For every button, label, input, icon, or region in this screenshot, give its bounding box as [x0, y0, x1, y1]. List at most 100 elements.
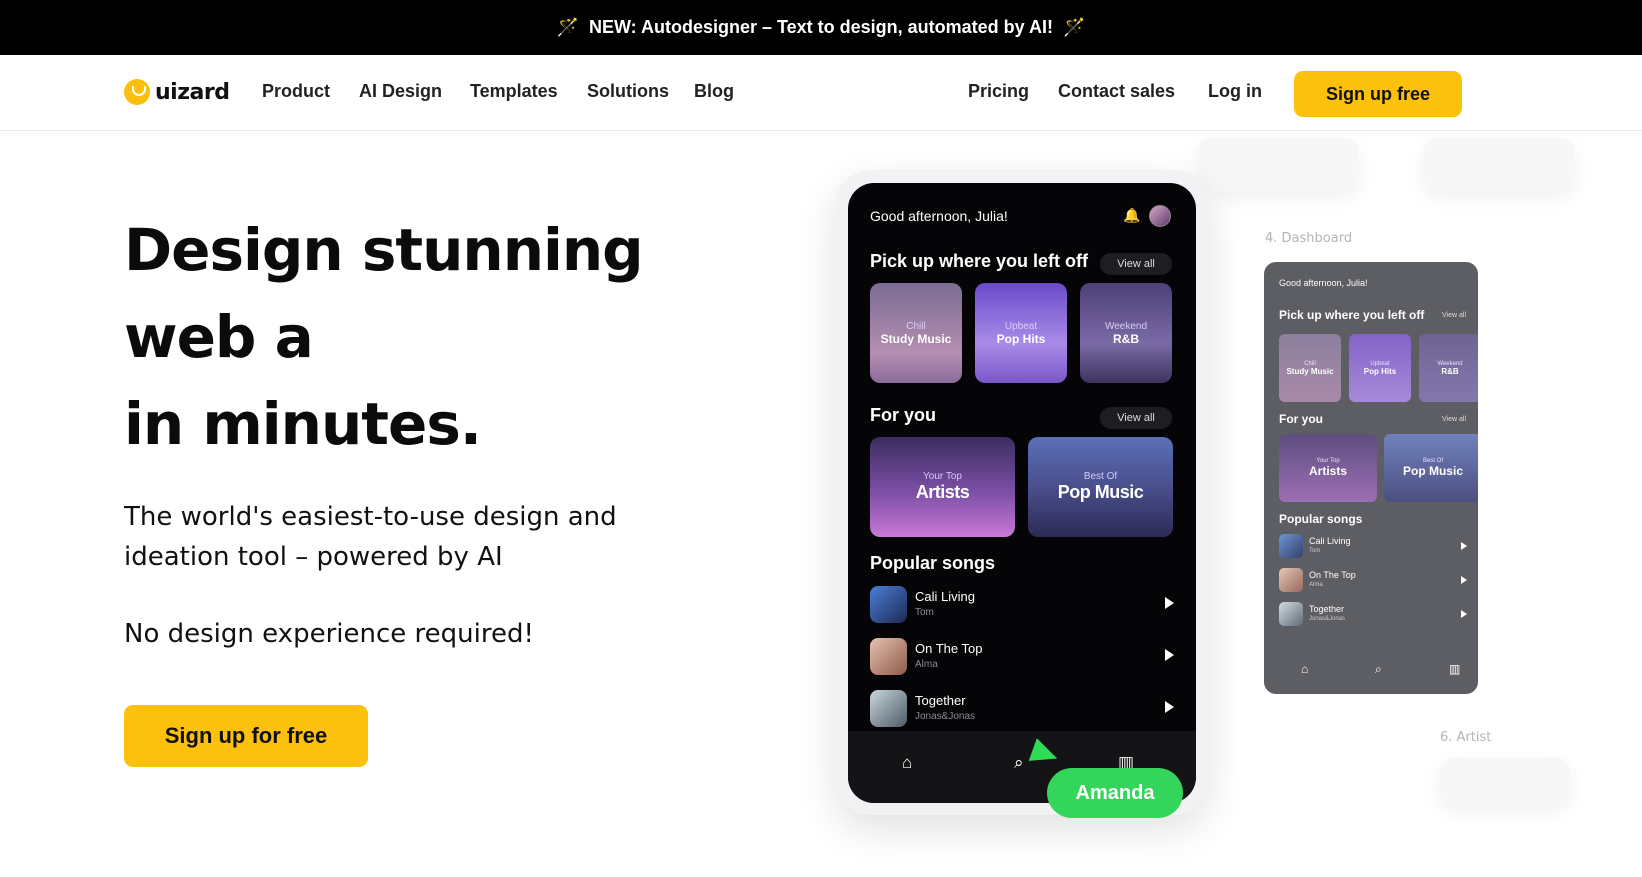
- playlist-tile: Weekend R&B: [1080, 283, 1172, 383]
- song-artwork: [870, 586, 907, 623]
- section-title: Pick up where you left off: [1279, 308, 1425, 322]
- song-title: On The Top: [915, 641, 983, 656]
- for-you-tile: Best Of Pop Music: [1028, 437, 1173, 537]
- song-artwork: [870, 690, 907, 727]
- greeting: Good afternoon, Julia!: [870, 208, 1008, 224]
- logo-icon: [124, 79, 150, 105]
- song-artist: Tom: [1309, 548, 1321, 554]
- song-artist: Alma: [915, 659, 938, 670]
- hero-subtitle: The world's easiest-to-use design and id…: [124, 502, 617, 572]
- song-row: On The Top Alma: [1279, 568, 1467, 594]
- play-icon: [1165, 701, 1174, 713]
- home-icon: ⌂: [902, 753, 913, 772]
- nav-link-contact-sales[interactable]: Contact sales: [1058, 81, 1175, 102]
- section-title: Popular songs: [870, 553, 996, 573]
- song-artwork: [1279, 568, 1303, 592]
- nav-link-solutions[interactable]: Solutions: [587, 81, 669, 102]
- hero-title: Design stunning web a in minutes.: [124, 207, 644, 468]
- hero-note: No design experience required!: [124, 619, 534, 649]
- play-icon: [1461, 542, 1467, 550]
- play-icon: [1461, 610, 1467, 618]
- song-artist: Jonas&Jonas: [915, 711, 976, 722]
- tile-title: Artists: [1308, 464, 1347, 478]
- signup-for-free-button[interactable]: Sign up for free: [124, 705, 368, 767]
- play-icon: [1165, 649, 1174, 661]
- avatar: [1149, 205, 1171, 227]
- phone-mockup: Good afternoon, Julia! 🔔 Pick up where y…: [848, 183, 1196, 803]
- nav-link-product[interactable]: Product: [262, 81, 330, 102]
- song-row: Together Jonas&Jonas: [1279, 602, 1467, 628]
- tile-title: Artists: [915, 482, 970, 502]
- announcement-text[interactable]: NEW: Autodesigner – Text to design, auto…: [589, 17, 1053, 38]
- secondary-phone-mockup: Good afternoon, Julia! Pick up where you…: [1264, 262, 1478, 694]
- song-title: Together: [1309, 604, 1345, 614]
- view-all-label: View all: [1442, 416, 1466, 423]
- for-you-tile: Best Of Pop Music: [1384, 434, 1478, 502]
- song-artist: Tom: [915, 607, 934, 618]
- song-title: Together: [915, 693, 966, 708]
- nav-link-pricing[interactable]: Pricing: [968, 81, 1029, 102]
- library-icon: ▥: [1449, 662, 1461, 676]
- view-all-button: View all: [1100, 407, 1172, 429]
- section-title: Popular songs: [1279, 512, 1363, 526]
- song-artist: Alma: [1309, 582, 1323, 588]
- tile-title: Pop Music: [1402, 464, 1463, 478]
- home-icon: ⌂: [1301, 662, 1309, 676]
- song-row: On The Top Alma: [870, 638, 1174, 676]
- tile-subtitle: Best Of: [1083, 471, 1118, 482]
- tile-title: Pop Hits: [1363, 366, 1397, 376]
- song-artwork: [870, 638, 907, 675]
- for-you-tile: Your Top Artists: [870, 437, 1015, 537]
- for-you-tile: Your Top Artists: [1279, 434, 1377, 502]
- hero-title-line: web a: [124, 303, 314, 371]
- logo[interactable]: uizard: [124, 79, 230, 105]
- playlist-tile: Upbeat Pop Hits: [975, 283, 1067, 383]
- tile-title: R&B: [1113, 331, 1139, 346]
- song-row: Together Jonas&Jonas: [870, 690, 1174, 728]
- song-artwork: [1279, 602, 1303, 626]
- bell-icon: 🔔: [1123, 207, 1141, 223]
- tile-title: Pop Hits: [996, 331, 1046, 346]
- screen-label: 6. Artist: [1440, 730, 1492, 745]
- tile-subtitle: Upbeat: [1004, 320, 1038, 332]
- nav-link-log-in[interactable]: Log in: [1208, 81, 1262, 102]
- playlist-tile: Weekend R&B: [1419, 334, 1478, 402]
- playlist-tile: Chill Study Music: [1279, 334, 1341, 402]
- song-row: Cali Living Tom: [1279, 534, 1467, 560]
- greeting: Good afternoon, Julia!: [1279, 278, 1368, 288]
- search-icon: ⌕: [1014, 753, 1024, 772]
- tile-subtitle: Chill: [906, 320, 926, 332]
- logo-text: uizard: [155, 79, 230, 105]
- tile-subtitle: Weekend: [1104, 320, 1148, 332]
- song-artwork: [1279, 534, 1303, 558]
- tile-title: R&B: [1441, 366, 1459, 376]
- view-all-button: View all: [1100, 253, 1172, 275]
- song-title: Cali Living: [1309, 536, 1351, 546]
- playlist-tile: Upbeat Pop Hits: [1349, 334, 1411, 402]
- tile-title: Study Music: [1286, 366, 1334, 376]
- magic-wand-icon: 🪄: [556, 17, 579, 37]
- tile-subtitle: Your Top: [923, 471, 962, 482]
- top-nav: uizard Product AI Design Templates Solut…: [0, 55, 1642, 131]
- tile-title: Study Music: [880, 331, 952, 346]
- song-row: Cali Living Tom: [870, 586, 1174, 624]
- section-title: For you: [870, 405, 936, 425]
- screen-label: 4. Dashboard: [1265, 231, 1353, 246]
- hero-title-line: Design stunning: [124, 216, 644, 284]
- nav-link-blog[interactable]: Blog: [694, 81, 734, 102]
- collaborator-label: Amanda: [1047, 768, 1183, 818]
- search-icon: ⌕: [1375, 662, 1382, 676]
- ghost-card: [1424, 138, 1574, 192]
- song-title: Cali Living: [915, 589, 975, 604]
- nav-link-ai-design[interactable]: AI Design: [359, 81, 442, 102]
- view-all-label: View all: [1442, 312, 1466, 319]
- playlist-tile: Chill Study Music: [870, 283, 962, 383]
- play-icon: [1461, 576, 1467, 584]
- nav-link-templates[interactable]: Templates: [470, 81, 558, 102]
- tile-title: Pop Music: [1057, 482, 1144, 502]
- announcement-banner[interactable]: 🪄 NEW: Autodesigner – Text to design, au…: [0, 0, 1642, 55]
- section-title: Pick up where you left off: [870, 251, 1089, 271]
- play-icon: [1165, 597, 1174, 609]
- signup-button[interactable]: Sign up free: [1294, 71, 1462, 117]
- song-artist: Jonas&Jonas: [1309, 616, 1346, 622]
